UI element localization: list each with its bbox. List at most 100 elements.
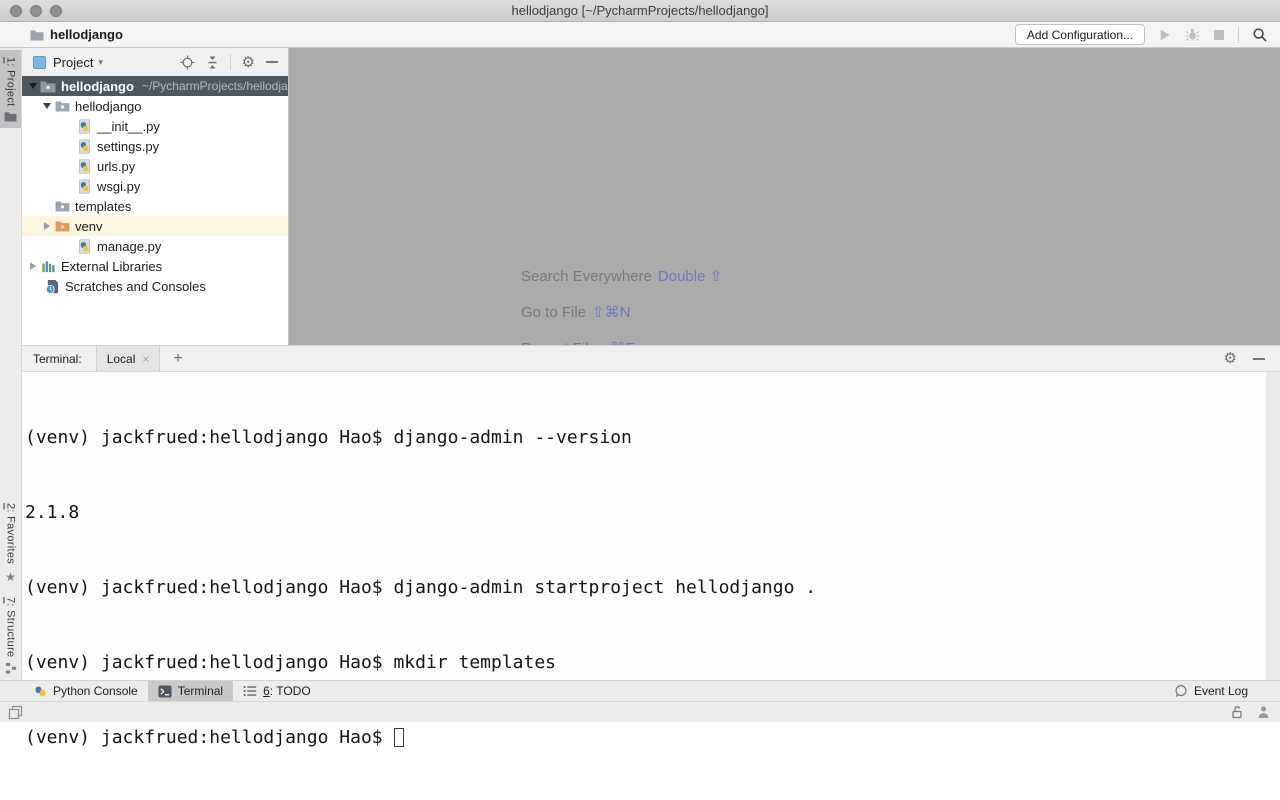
hint-label: Go to File bbox=[521, 304, 586, 321]
hint-shortcut: ⇧⌘N bbox=[592, 304, 630, 321]
todo-mnemonic: 6 bbox=[263, 684, 270, 698]
breadcrumb[interactable]: hellodjango bbox=[30, 27, 123, 42]
python-console-icon bbox=[34, 685, 47, 698]
tree-row-file[interactable]: wsgi.py bbox=[22, 176, 288, 196]
terminal-cursor bbox=[394, 728, 404, 747]
editor-area[interactable]: Search EverywhereDouble ⇧ Go to File⇧⌘N … bbox=[288, 48, 1280, 345]
tree-row-folder[interactable]: templates bbox=[22, 196, 288, 216]
todo-list-icon bbox=[243, 685, 257, 697]
event-log-bubble-icon bbox=[1174, 684, 1188, 698]
terminal-scrollbar[interactable] bbox=[1266, 372, 1280, 680]
terminal-tab-bottom-label: Terminal bbox=[178, 684, 223, 698]
favorites-tab-label: : Favorites bbox=[5, 510, 17, 565]
tree-item-label: venv bbox=[75, 219, 102, 234]
add-configuration-button[interactable]: Add Configuration... bbox=[1015, 24, 1145, 45]
tree-row-project-root[interactable]: hellodjango ~/PycharmProjects/hellodjang… bbox=[22, 76, 288, 96]
shortcut-hint-search-everywhere: Search Everywhere Double ⇧ bbox=[521, 267, 722, 285]
terminal-line: (venv) jackfrued:hellodjango Hao$ mkdir … bbox=[25, 650, 1280, 675]
tree-row-file[interactable]: manage.py bbox=[22, 236, 288, 256]
terminal-line: (venv) jackfrued:hellodjango Hao$ django… bbox=[25, 425, 1280, 450]
hide-terminal-icon[interactable] bbox=[1253, 358, 1265, 360]
tree-row-scratches[interactable]: Scratches and Consoles bbox=[22, 276, 288, 296]
stop-icon[interactable] bbox=[1213, 29, 1225, 41]
panel-header-separator bbox=[230, 54, 231, 70]
hint-label: Search Everywhere bbox=[521, 268, 652, 285]
project-tree: hellodjango ~/PycharmProjects/hellodjang… bbox=[22, 76, 288, 296]
run-icon[interactable] bbox=[1158, 28, 1172, 42]
tree-row-external-libraries[interactable]: External Libraries bbox=[22, 256, 288, 276]
tree-row-folder[interactable]: hellodjango bbox=[22, 96, 288, 116]
sidebar-tab-project[interactable]: 1: Project bbox=[0, 50, 21, 128]
toggle-toolwindows-icon[interactable] bbox=[8, 705, 23, 720]
terminal-header: Terminal: Local × + ⚙ bbox=[22, 345, 1280, 372]
project-folder-icon bbox=[4, 111, 17, 122]
tree-row-file[interactable]: urls.py bbox=[22, 156, 288, 176]
scratches-icon bbox=[44, 278, 60, 294]
excluded-folder-icon bbox=[54, 218, 70, 234]
tree-row-file[interactable]: settings.py bbox=[22, 136, 288, 156]
collapse-arrow-icon[interactable] bbox=[40, 222, 54, 230]
project-view-icon bbox=[33, 56, 46, 69]
tree-item-label: wsgi.py bbox=[97, 179, 140, 194]
left-tool-strip: 1: Project 2: Favorites ★ 7: Structure bbox=[0, 48, 22, 680]
tree-row-file[interactable]: __init__.py bbox=[22, 116, 288, 136]
libraries-icon bbox=[40, 258, 56, 274]
toolwindow-terminal[interactable]: Terminal bbox=[148, 681, 233, 701]
structure-tab-label: : Structure bbox=[5, 603, 17, 657]
window-titlebar: hellodjango [~/PycharmProjects/hellodjan… bbox=[0, 0, 1280, 22]
python-file-icon bbox=[76, 238, 92, 254]
hector-inspections-icon[interactable] bbox=[1257, 705, 1270, 719]
expand-arrow-icon[interactable] bbox=[40, 103, 54, 109]
breadcrumb-label: hellodjango bbox=[50, 27, 123, 42]
tree-item-path: ~/PycharmProjects/hellodjango bbox=[142, 79, 288, 93]
tree-item-label: hellodjango bbox=[75, 99, 142, 114]
new-terminal-session-icon[interactable]: + bbox=[173, 350, 182, 368]
collapse-all-icon[interactable] bbox=[206, 56, 219, 69]
hide-panel-icon[interactable] bbox=[266, 61, 278, 63]
folder-icon bbox=[30, 29, 44, 41]
unlock-icon[interactable] bbox=[1230, 705, 1244, 719]
terminal-tab-label: Local bbox=[107, 352, 136, 366]
hint-shortcut: Double ⇧ bbox=[658, 268, 722, 285]
folder-icon bbox=[54, 198, 70, 214]
terminal-tool-window: Terminal: Local × + ⚙ (venv) jackfrued:h… bbox=[22, 345, 1280, 680]
terminal-tab-local[interactable]: Local × bbox=[96, 346, 161, 371]
toolwindow-todo[interactable]: 6: TODO bbox=[233, 681, 321, 701]
todo-label: : TODO bbox=[270, 684, 311, 698]
structure-icon bbox=[5, 662, 17, 674]
tree-item-label: templates bbox=[75, 199, 131, 214]
terminal-prompt: (venv) jackfrued:hellodjango Hao$ bbox=[25, 727, 383, 748]
folder-icon bbox=[40, 78, 56, 94]
sidebar-tab-favorites[interactable]: 2: Favorites ★ bbox=[0, 496, 23, 589]
tree-item-label: urls.py bbox=[97, 159, 135, 174]
python-file-icon bbox=[76, 118, 92, 134]
event-log-label: Event Log bbox=[1194, 684, 1248, 698]
debug-bug-icon[interactable] bbox=[1185, 27, 1200, 42]
star-icon: ★ bbox=[5, 570, 16, 584]
terminal-line: (venv) jackfrued:hellodjango Hao$ django… bbox=[25, 575, 1280, 600]
gear-icon[interactable]: ⚙ bbox=[242, 55, 255, 70]
search-everywhere-icon[interactable] bbox=[1252, 27, 1268, 43]
project-view-selector[interactable]: Project bbox=[53, 55, 93, 70]
expand-arrow-icon[interactable] bbox=[26, 83, 40, 89]
tree-item-label: __init__.py bbox=[97, 119, 160, 134]
status-bar bbox=[0, 701, 1280, 722]
sidebar-tab-structure[interactable]: 7: Structure bbox=[0, 590, 23, 680]
collapse-arrow-icon[interactable] bbox=[26, 262, 40, 270]
gear-icon[interactable]: ⚙ bbox=[1224, 351, 1237, 366]
terminal-line: 2.1.8 bbox=[25, 500, 1280, 525]
toolwindow-python-console[interactable]: Python Console bbox=[24, 681, 148, 701]
locate-file-icon[interactable] bbox=[180, 55, 195, 70]
tree-item-label: External Libraries bbox=[61, 259, 162, 274]
chevron-down-icon[interactable]: ▾ bbox=[98, 57, 103, 68]
tree-item-label: settings.py bbox=[97, 139, 159, 154]
toolwindow-event-log[interactable]: Event Log bbox=[1164, 681, 1258, 701]
close-icon[interactable]: × bbox=[142, 352, 149, 366]
tree-row-venv[interactable]: venv bbox=[22, 216, 288, 236]
terminal-output[interactable]: (venv) jackfrued:hellodjango Hao$ django… bbox=[22, 372, 1280, 680]
project-tab-label: : Project bbox=[5, 63, 17, 106]
terminal-prompt-line: (venv) jackfrued:hellodjango Hao$ bbox=[25, 725, 1280, 750]
tree-item-label: manage.py bbox=[97, 239, 161, 254]
python-file-icon bbox=[76, 158, 92, 174]
python-file-icon bbox=[76, 178, 92, 194]
